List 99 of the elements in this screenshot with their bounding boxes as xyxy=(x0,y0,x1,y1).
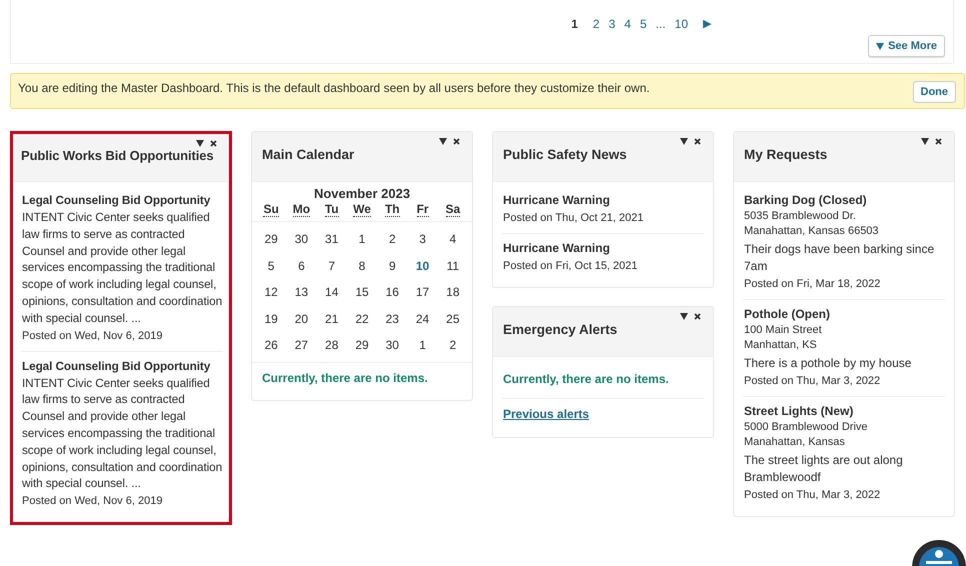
calendar-day[interactable]: 5 xyxy=(268,258,274,272)
calendar-day[interactable]: 16 xyxy=(386,285,399,299)
request-description: There is a pothole by my house xyxy=(744,355,912,372)
previous-alerts-link[interactable]: Previous alerts xyxy=(503,405,590,425)
page-link[interactable]: 2 xyxy=(592,17,600,31)
weekday-label: Tu xyxy=(324,202,339,217)
weekday-label: Su xyxy=(263,202,279,217)
close-icon[interactable] xyxy=(210,140,217,147)
collapse-icon[interactable] xyxy=(439,138,447,145)
posted-date: Posted on Thu, Mar 3, 2022 xyxy=(744,488,882,503)
calendar-day[interactable]: 13 xyxy=(294,285,308,299)
posted-date: Posted on Thu, Oct 21, 2021 xyxy=(503,211,644,226)
news-title[interactable]: Hurricane Warning xyxy=(503,240,704,257)
posted-date: Posted on Fri, Oct 15, 2021 xyxy=(503,259,639,274)
calendar-day[interactable]: 30 xyxy=(294,232,308,246)
address-line: Manhattan, KS xyxy=(744,338,818,353)
accessibility-icon[interactable] xyxy=(912,540,966,566)
see-more-button[interactable]: See More xyxy=(868,35,945,57)
calendar-day[interactable]: 10 xyxy=(416,258,430,272)
calendar-day[interactable]: 26 xyxy=(264,338,278,352)
posted-date: Posted on Thu, Mar 3, 2022 xyxy=(744,374,882,389)
calendar-day[interactable]: 21 xyxy=(325,312,338,326)
calendar-day[interactable]: 14 xyxy=(325,285,338,299)
calendar-day[interactable]: 30 xyxy=(386,338,399,352)
bid-title[interactable]: Legal Counseling Bid Opportunity xyxy=(22,358,223,375)
request-description: Their dogs have been barking since 7am xyxy=(744,241,936,275)
calendar-day[interactable]: 29 xyxy=(355,338,369,352)
caret-icon xyxy=(876,42,884,50)
widget-title: Main Calendar xyxy=(262,147,354,162)
address-line: 5035 Bramblewood Dr. xyxy=(744,209,857,224)
request-title[interactable]: Pothole (Open) xyxy=(744,306,945,323)
page-link[interactable]: 4 xyxy=(624,17,631,31)
calendar-day[interactable]: 12 xyxy=(264,285,278,299)
calendar-day[interactable]: 7 xyxy=(328,258,336,272)
close-icon[interactable] xyxy=(694,313,701,320)
request-title[interactable]: Barking Dog (Closed) xyxy=(744,192,945,209)
collapse-icon[interactable] xyxy=(680,138,688,145)
collapse-icon[interactable] xyxy=(680,313,688,320)
calendar-day[interactable]: 23 xyxy=(386,312,399,326)
calendar-day[interactable]: 25 xyxy=(446,312,460,326)
calendar-day[interactable]: 28 xyxy=(325,338,338,352)
widget-title: Public Works Bid Opportunities xyxy=(21,148,214,163)
calendar-day[interactable]: 2 xyxy=(450,338,456,352)
weekday-label: Mo xyxy=(292,202,310,217)
close-icon[interactable] xyxy=(935,138,942,145)
widget-title: Public Safety News xyxy=(503,147,627,162)
calendar-day[interactable]: 27 xyxy=(294,338,308,352)
request-description: The street lights are out along Bramblewoodf xyxy=(744,452,904,486)
calendar-day[interactable]: 24 xyxy=(416,312,430,326)
weekday-label: Fr xyxy=(416,202,429,217)
banner-text: You are editing the Master Dashboard. This is the default dashboard seen by all users before they customize their own. xyxy=(18,80,650,96)
calendar-day[interactable]: 15 xyxy=(355,285,369,299)
address-line: Manahattan, Kansas xyxy=(744,435,846,450)
bid-description: INTENT Civic Center seeks qualified law firms to serve as contracted Counsel and provide other legal services encompassing the traditional scope of work including legal counsel, opinions, consultation and coordination with special counsel. ... xyxy=(22,374,223,492)
address-line: 100 Main Street xyxy=(744,323,823,338)
weekday-label: Sa xyxy=(446,202,460,217)
calendar-day[interactable]: 6 xyxy=(298,258,305,272)
close-icon[interactable] xyxy=(694,138,701,145)
calendar-day[interactable]: 8 xyxy=(358,258,366,272)
page-link[interactable]: 1 xyxy=(571,17,578,31)
calendar-day[interactable]: 1 xyxy=(358,232,366,246)
empty-message: Currently, there are no items. xyxy=(503,371,670,388)
empty-message: Currently, there are no items. xyxy=(261,370,429,386)
calendar-day[interactable]: 3 xyxy=(419,232,426,246)
page-link[interactable]: 3 xyxy=(608,17,616,31)
widget-title: Emergency Alerts xyxy=(503,322,618,337)
posted-date: Posted on Wed, Nov 6, 2019 xyxy=(22,494,164,510)
calendar-day[interactable]: 17 xyxy=(416,285,430,299)
bid-description: INTENT Civic Center seeks qualified law firms to serve as contracted Counsel and provide other legal services encompassing the traditional scope of work including legal counsel, opinions, consultation and coordination with special counsel. ... xyxy=(22,209,223,327)
calendar-day[interactable]: 4 xyxy=(450,232,456,246)
address-line: Manahattan, Kansas 66503 xyxy=(744,224,880,239)
calendar-day[interactable]: 19 xyxy=(264,312,278,326)
page-link[interactable]: 5 xyxy=(640,17,647,31)
page-link[interactable]: ... xyxy=(656,17,666,31)
weekday-label: We xyxy=(353,202,371,217)
posted-date: Posted on Wed, Nov 6, 2019 xyxy=(22,328,164,344)
done-button[interactable]: Done xyxy=(912,81,956,103)
bid-title[interactable]: Legal Counseling Bid Opportunity xyxy=(22,192,223,209)
calendar-day[interactable]: 1 xyxy=(419,338,426,352)
posted-date: Posted on Fri, Mar 18, 2022 xyxy=(744,277,882,292)
calendar-day[interactable]: 31 xyxy=(325,232,338,246)
close-icon[interactable] xyxy=(453,138,460,145)
collapse-icon[interactable] xyxy=(921,138,929,145)
request-title[interactable]: Street Lights (New) xyxy=(744,403,945,420)
page-link[interactable]: 10 xyxy=(674,17,688,31)
calendar-month: November 2023 xyxy=(312,186,412,202)
calendar-day[interactable]: 22 xyxy=(355,312,369,326)
next-page-link[interactable]: ▶ xyxy=(703,17,711,31)
collapse-icon[interactable] xyxy=(196,140,204,147)
calendar-day[interactable]: 2 xyxy=(388,232,396,246)
calendar-day[interactable]: 20 xyxy=(294,312,308,326)
calendar-day[interactable]: 9 xyxy=(388,258,396,272)
weekday-label: Th xyxy=(384,202,400,217)
address-line: 5000 Bramblewood Drive xyxy=(744,420,869,435)
calendar-day[interactable]: 29 xyxy=(264,232,278,246)
widget-title: My Requests xyxy=(744,147,828,162)
calendar-day[interactable]: 11 xyxy=(446,258,460,272)
calendar-day[interactable]: 18 xyxy=(446,285,460,299)
news-title[interactable]: Hurricane Warning xyxy=(503,192,704,209)
